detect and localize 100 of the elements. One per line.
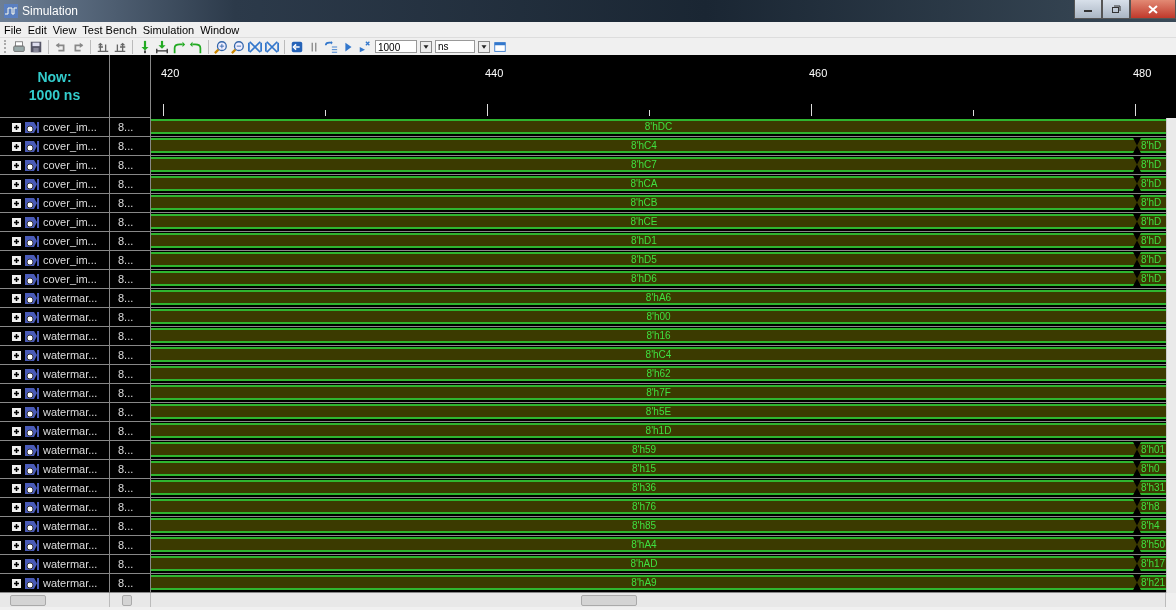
bus-value-segment: 8'h1D: [151, 423, 1166, 438]
expand-icon[interactable]: [12, 293, 21, 303]
bus-value-segment: 8'hAD: [151, 556, 1137, 571]
expand-icon[interactable]: [12, 198, 21, 208]
signal-name[interactable]: watermar...: [0, 441, 110, 460]
window-icon[interactable]: [493, 39, 507, 54]
menu-item[interactable]: Window: [198, 23, 244, 36]
signal-icon: [24, 177, 40, 191]
bus-value-segment: 8'hD: [1137, 138, 1166, 153]
expand-icon[interactable]: [12, 540, 21, 550]
bus-value-segment: 8'hD: [1137, 214, 1166, 229]
vertical-scrollbar[interactable]: [1166, 118, 1176, 593]
time-unit-dropdown[interactable]: ns: [435, 40, 475, 53]
expand-icon[interactable]: [12, 255, 21, 265]
signal-name[interactable]: watermar...: [0, 308, 110, 327]
bus-value-segment: 8'hCA: [151, 176, 1137, 191]
expand-icon[interactable]: [12, 141, 21, 151]
signal-icon: [24, 158, 40, 172]
signal-name[interactable]: watermar...: [0, 536, 110, 555]
signal-name[interactable]: watermar...: [0, 365, 110, 384]
time-label: 460: [809, 67, 828, 79]
signal-name[interactable]: cover_im...: [0, 270, 110, 289]
printer-icon[interactable]: [12, 39, 26, 54]
signal-icon: [24, 538, 40, 552]
expand-icon[interactable]: [12, 502, 21, 512]
expand-icon[interactable]: [12, 217, 21, 227]
play-time-icon[interactable]: [358, 39, 372, 54]
zoom-in-icon[interactable]: [214, 39, 228, 54]
signal-name[interactable]: watermar...: [0, 384, 110, 403]
signal-name[interactable]: cover_im...: [0, 194, 110, 213]
bus-value-segment: 8'hA4: [151, 537, 1137, 552]
bus-value-segment: 8'hA6: [151, 290, 1166, 305]
bus-value-segment: 8'h50: [1137, 537, 1166, 552]
expand-icon[interactable]: [12, 312, 21, 322]
expand-icon[interactable]: [12, 445, 21, 455]
run-time-field[interactable]: 1000: [375, 40, 417, 53]
signal-icon: [24, 481, 40, 495]
signal-name[interactable]: watermar...: [0, 555, 110, 574]
horizontal-scrollbar[interactable]: [110, 593, 151, 607]
expand-icon[interactable]: [12, 350, 21, 360]
expand-icon[interactable]: [12, 331, 21, 341]
restart-icon[interactable]: [290, 39, 304, 54]
menu-item[interactable]: File: [2, 23, 26, 36]
menu-item[interactable]: Test Bench: [80, 23, 141, 36]
bus-value-segment: 8'hC4: [151, 138, 1137, 153]
bus-value-segment: 8'h00: [151, 309, 1166, 324]
signal-name[interactable]: watermar...: [0, 517, 110, 536]
close-icon: [1148, 4, 1158, 14]
menu-item[interactable]: View: [50, 23, 81, 36]
signal-name[interactable]: cover_im...: [0, 232, 110, 251]
minimize-button[interactable]: [1074, 0, 1102, 19]
bus-value-segment: 8'hA9: [151, 575, 1137, 590]
expand-icon[interactable]: [12, 369, 21, 379]
horizontal-scrollbar[interactable]: [151, 593, 1166, 607]
signal-name[interactable]: watermar...: [0, 403, 110, 422]
signal-name[interactable]: watermar...: [0, 289, 110, 308]
signal-name[interactable]: watermar...: [0, 479, 110, 498]
expand-icon[interactable]: [12, 407, 21, 417]
signal-name[interactable]: cover_im...: [0, 213, 110, 232]
expand-icon[interactable]: [12, 179, 21, 189]
zoom-out-icon[interactable]: [231, 39, 245, 54]
bus-value-segment: 8'h7F: [151, 385, 1166, 400]
signal-name[interactable]: watermar...: [0, 460, 110, 479]
menu-item[interactable]: Simulation: [140, 23, 199, 36]
close-button[interactable]: [1130, 0, 1176, 19]
expand-icon[interactable]: [12, 464, 21, 474]
arrow-down-icon[interactable]: [155, 39, 169, 54]
expand-icon[interactable]: [12, 388, 21, 398]
step-icon[interactable]: [324, 39, 338, 54]
signal-name[interactable]: cover_im...: [0, 251, 110, 270]
signal-name[interactable]: cover_im...: [0, 175, 110, 194]
bus-value-segment: 8'hD: [1137, 157, 1166, 172]
expand-icon[interactable]: [12, 160, 21, 170]
bus-value-segment: 8'hD5: [151, 252, 1137, 267]
zoom-fit-icon[interactable]: [248, 39, 262, 54]
expand-icon[interactable]: [12, 426, 21, 436]
menu-item[interactable]: Edit: [25, 23, 51, 36]
signal-name[interactable]: watermar...: [0, 327, 110, 346]
expand-icon[interactable]: [12, 578, 21, 588]
signal-name[interactable]: watermar...: [0, 498, 110, 517]
expand-icon[interactable]: [12, 122, 21, 132]
curved-arrow-icon[interactable]: [189, 39, 203, 54]
expand-icon[interactable]: [12, 521, 21, 531]
signal-name[interactable]: cover_im...: [0, 137, 110, 156]
zoom-fit-icon[interactable]: [265, 39, 279, 54]
signal-name[interactable]: cover_im...: [0, 156, 110, 175]
signal-name[interactable]: watermar...: [0, 422, 110, 441]
expand-icon[interactable]: [12, 274, 21, 284]
signal-name[interactable]: watermar...: [0, 346, 110, 365]
expand-icon[interactable]: [12, 559, 21, 569]
expand-icon[interactable]: [12, 483, 21, 493]
maximize-button[interactable]: [1102, 0, 1130, 19]
signal-icon: [24, 215, 40, 229]
expand-icon[interactable]: [12, 236, 21, 246]
signal-name[interactable]: cover_im...: [0, 118, 110, 137]
horizontal-scrollbar[interactable]: [0, 593, 110, 607]
save-icon[interactable]: [29, 39, 43, 54]
bus-value-segment: 8'hDC: [151, 119, 1166, 134]
bus-value-segment: 8'hD: [1137, 271, 1166, 286]
bus-value-segment: 8'h59: [151, 442, 1137, 457]
